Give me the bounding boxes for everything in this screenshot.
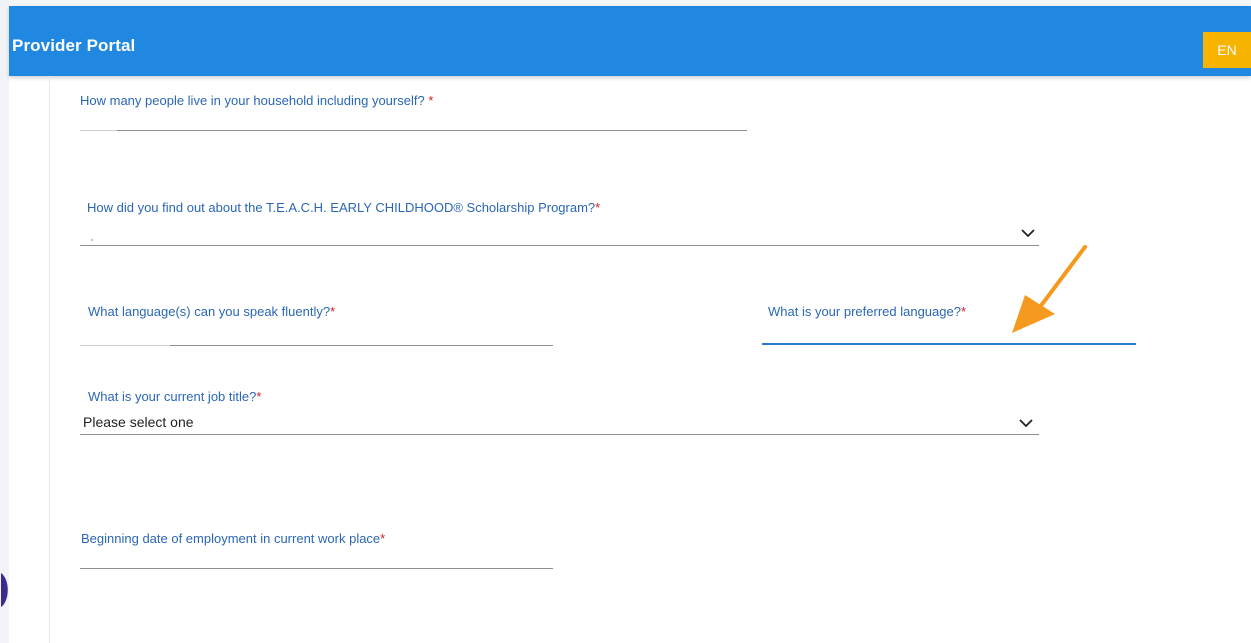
languages-input[interactable] (170, 345, 553, 346)
required-marker: * (960, 304, 967, 319)
languages-label: What language(s) can you speak fluently?… (88, 304, 336, 319)
app-title: Provider Portal (12, 36, 136, 55)
required-marker: * (380, 531, 386, 546)
household-input[interactable] (117, 130, 747, 131)
page: Provider Portal EN How many people live … (9, 0, 1251, 643)
preferred-language-input[interactable] (762, 343, 1136, 345)
languages-input-fill (80, 345, 170, 346)
employment-date-label: Beginning date of employment in current … (81, 531, 386, 546)
arrow-icon (1012, 245, 1087, 333)
required-marker: * (595, 200, 601, 215)
chevron-down-icon[interactable] (1018, 418, 1034, 428)
preferred-language-label: What is your preferred language?* (768, 304, 967, 319)
required-marker: * (330, 304, 336, 319)
left-gutter (0, 0, 9, 643)
job-title-select[interactable] (80, 434, 1039, 435)
chevron-down-icon[interactable] (1020, 228, 1036, 238)
job-title-value: Please select one (83, 414, 194, 430)
left-rule (49, 76, 50, 643)
app-bar: Provider Portal EN (9, 6, 1251, 76)
required-marker: * (256, 389, 262, 404)
language-button[interactable]: EN (1203, 32, 1251, 68)
household-label: How many people live in your household i… (80, 93, 434, 108)
find-out-label: How did you find out about the T.E.A.C.H… (87, 200, 601, 215)
find-out-select[interactable] (80, 245, 1039, 246)
household-input-fill (80, 130, 117, 131)
job-title-label: What is your current job title?* (88, 389, 262, 404)
employment-date-input[interactable] (80, 568, 553, 569)
required-marker: * (424, 93, 434, 108)
placeholder-dot (91, 239, 93, 241)
